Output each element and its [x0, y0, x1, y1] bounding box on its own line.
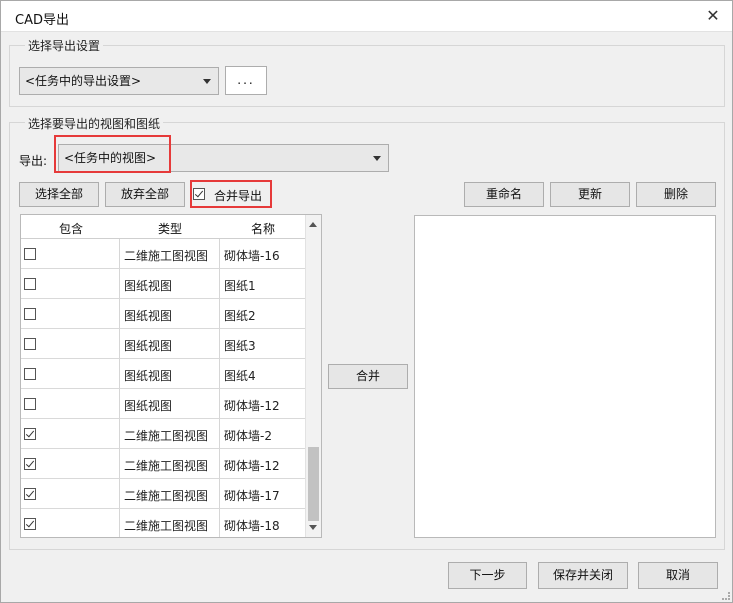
table-row[interactable]: 图纸视图 砌体墙-12 — [21, 389, 305, 419]
export-views-combo-value: <任务中的视图> — [64, 151, 157, 165]
merged-list[interactable] — [414, 215, 716, 538]
cell-name: 砌体墙-12 — [224, 459, 280, 473]
views-sheets-group-title: 选择要导出的视图和图纸 — [25, 115, 164, 132]
cell-name: 砌体墙-18 — [224, 519, 280, 533]
views-table: 包含 类型 名称 二维施工图视图 砌体墙-16 图纸视图 图纸1 图纸视图 图纸… — [20, 214, 322, 538]
cell-type: 二维施工图视图 — [124, 519, 209, 533]
scrollbar-thumb[interactable] — [308, 447, 319, 521]
save-close-button[interactable]: 保存并关闭 — [538, 562, 628, 589]
include-checkbox[interactable] — [24, 338, 36, 350]
header-name[interactable]: 名称 — [251, 220, 275, 237]
export-settings-group-title: 选择导出设置 — [25, 37, 104, 54]
table-row[interactable]: 二维施工图视图 砌体墙-16 — [21, 239, 305, 269]
cad-export-dialog: CAD导出 ✕ 选择导出设置 <任务中的导出设置> ... 选择要导出的视图和图… — [0, 0, 733, 603]
table-row[interactable]: 图纸视图 图纸3 — [21, 329, 305, 359]
export-settings-ellipsis-button[interactable]: ... — [225, 66, 267, 95]
table-row[interactable]: 二维施工图视图 砌体墙-18 — [21, 509, 305, 537]
rename-button[interactable]: 重命名 — [464, 182, 544, 207]
merge-export-label: 合并导出 — [214, 189, 263, 203]
deselect-all-button[interactable]: 放弃全部 — [105, 182, 185, 207]
table-row[interactable]: 图纸视图 图纸1 — [21, 269, 305, 299]
cell-type: 图纸视图 — [124, 279, 173, 293]
cell-name: 砌体墙-12 — [224, 399, 280, 413]
scroll-up-icon[interactable] — [309, 222, 317, 227]
title-bar: CAD导出 ✕ — [1, 1, 732, 32]
export-views-combo[interactable]: <任务中的视图> — [58, 144, 389, 172]
table-row[interactable]: 图纸视图 图纸4 — [21, 359, 305, 389]
cell-name: 砌体墙-2 — [224, 429, 272, 443]
header-type[interactable]: 类型 — [158, 220, 182, 237]
cell-name: 砌体墙-17 — [224, 489, 280, 503]
include-checkbox[interactable] — [24, 368, 36, 380]
table-row[interactable]: 图纸视图 图纸2 — [21, 299, 305, 329]
include-checkbox[interactable] — [24, 518, 36, 530]
merge-button[interactable]: 合并 — [328, 364, 408, 389]
table-row[interactable]: 二维施工图视图 砌体墙-17 — [21, 479, 305, 509]
close-icon[interactable]: ✕ — [702, 6, 724, 28]
include-checkbox[interactable] — [24, 398, 36, 410]
include-checkbox[interactable] — [24, 308, 36, 320]
table-header: 包含 类型 名称 — [21, 215, 305, 239]
update-button[interactable]: 更新 — [550, 182, 630, 207]
cell-name: 图纸2 — [224, 309, 256, 323]
window-title: CAD导出 — [15, 13, 69, 28]
cell-name: 图纸4 — [224, 369, 256, 383]
delete-button[interactable]: 删除 — [636, 182, 716, 207]
cell-type: 图纸视图 — [124, 339, 173, 353]
cell-type: 二维施工图视图 — [124, 489, 209, 503]
chevron-down-icon — [373, 156, 381, 161]
cancel-button[interactable]: 取消 — [638, 562, 718, 589]
export-label: 导出: — [19, 154, 48, 168]
table-row[interactable]: 二维施工图视图 砌体墙-12 — [21, 449, 305, 479]
cell-name: 图纸3 — [224, 339, 256, 353]
table-row[interactable]: 二维施工图视图 砌体墙-2 — [21, 419, 305, 449]
select-all-button[interactable]: 选择全部 — [19, 182, 99, 207]
cell-name: 砌体墙-16 — [224, 249, 280, 263]
include-checkbox[interactable] — [24, 458, 36, 470]
cell-name: 图纸1 — [224, 279, 256, 293]
include-checkbox[interactable] — [24, 248, 36, 260]
cell-type: 二维施工图视图 — [124, 249, 209, 263]
header-include[interactable]: 包含 — [59, 220, 83, 237]
export-settings-combo-value: <任务中的导出设置> — [25, 74, 142, 88]
scroll-down-icon[interactable] — [309, 525, 317, 530]
cell-type: 图纸视图 — [124, 369, 173, 383]
cell-type: 二维施工图视图 — [124, 429, 209, 443]
merge-export-checkbox[interactable] — [193, 188, 205, 200]
table-scrollbar[interactable] — [305, 215, 321, 537]
include-checkbox[interactable] — [24, 428, 36, 440]
cell-type: 图纸视图 — [124, 399, 173, 413]
cell-type: 图纸视图 — [124, 309, 173, 323]
next-button[interactable]: 下一步 — [448, 562, 527, 589]
resize-grip[interactable] — [722, 592, 730, 600]
include-checkbox[interactable] — [24, 278, 36, 290]
include-checkbox[interactable] — [24, 488, 36, 500]
cell-type: 二维施工图视图 — [124, 459, 209, 473]
chevron-down-icon — [203, 79, 211, 84]
export-settings-combo[interactable]: <任务中的导出设置> — [19, 67, 219, 95]
